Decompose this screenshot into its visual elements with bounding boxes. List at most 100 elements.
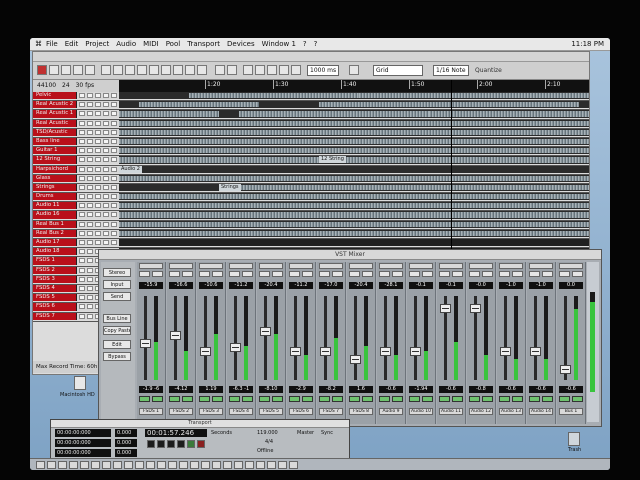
- channel-name[interactable]: FSDS 4: [229, 408, 253, 415]
- menu-item[interactable]: MIDI: [143, 40, 159, 48]
- read-button[interactable]: [169, 396, 180, 402]
- read-button[interactable]: [139, 396, 150, 402]
- solo-button[interactable]: [439, 271, 450, 277]
- write-button[interactable]: [542, 396, 553, 402]
- track-name[interactable]: TSD/Acustic: [33, 128, 77, 136]
- menu-item[interactable]: Devices: [227, 40, 255, 48]
- track-name[interactable]: Real Acustic: [33, 119, 77, 127]
- write-button[interactable]: [103, 111, 109, 117]
- channel-name[interactable]: FSDS 8: [349, 408, 373, 415]
- solo-button[interactable]: [87, 111, 93, 117]
- split-tool-icon[interactable]: [125, 65, 135, 75]
- solo-button[interactable]: [87, 129, 93, 135]
- mute-button[interactable]: [272, 271, 283, 277]
- solo-button[interactable]: [87, 221, 93, 227]
- range-tool-icon[interactable]: [113, 65, 123, 75]
- read-button[interactable]: [559, 396, 570, 402]
- edit-button[interactable]: [111, 148, 117, 154]
- track-lane[interactable]: [119, 174, 589, 182]
- write-button[interactable]: [103, 194, 109, 200]
- mute-button[interactable]: [182, 271, 193, 277]
- pan-readout[interactable]: 1.19: [199, 386, 223, 393]
- edit-button[interactable]: [111, 102, 117, 108]
- project-title-bar[interactable]: [33, 52, 589, 62]
- pre-small-value[interactable]: 0.000: [115, 449, 137, 457]
- left-locator-time[interactable]: 00:00:00:000: [55, 429, 111, 437]
- track-name[interactable]: Pelvic: [33, 92, 77, 100]
- transport-forward-button[interactable]: [157, 440, 165, 448]
- insert-button[interactable]: [319, 263, 343, 269]
- track-name[interactable]: Audio 11: [33, 202, 77, 210]
- track-name[interactable]: Real Acustic 2: [33, 101, 77, 109]
- menu-item[interactable]: Audio: [116, 40, 136, 48]
- track-row[interactable]: Real Bus 2: [33, 229, 589, 239]
- volume-fader[interactable]: [200, 346, 211, 356]
- solo-button[interactable]: [529, 271, 540, 277]
- channel-name[interactable]: Audio 13: [499, 408, 523, 415]
- taskbar-app-button[interactable]: [212, 461, 221, 469]
- read-button[interactable]: [319, 396, 330, 402]
- track-lane[interactable]: 12 String: [119, 156, 589, 164]
- pan-readout[interactable]: -0.6: [379, 386, 403, 393]
- insert-button[interactable]: [289, 263, 313, 269]
- write-button[interactable]: [103, 166, 109, 172]
- edit-button[interactable]: [111, 221, 117, 227]
- track-lane[interactable]: [119, 220, 589, 228]
- track-lane[interactable]: [119, 101, 589, 109]
- audio-event[interactable]: [119, 203, 589, 209]
- edit-button[interactable]: [111, 157, 117, 163]
- write-button[interactable]: [103, 129, 109, 135]
- taskbar-app-button[interactable]: [234, 461, 243, 469]
- rewind-button[interactable]: [243, 65, 253, 75]
- solo-button[interactable]: [139, 271, 150, 277]
- channel-name[interactable]: FSDS 6: [289, 408, 313, 415]
- insert-button[interactable]: [529, 263, 553, 269]
- audio-event[interactable]: [119, 230, 589, 236]
- taskbar-app-button[interactable]: [223, 461, 232, 469]
- taskbar-app-button[interactable]: [201, 461, 210, 469]
- read-button[interactable]: [95, 230, 101, 236]
- mute-button[interactable]: [79, 138, 85, 144]
- mute-tool-icon[interactable]: [173, 65, 183, 75]
- pan-readout[interactable]: -0.6: [499, 386, 523, 393]
- track-lane[interactable]: [119, 229, 589, 237]
- menu-item[interactable]: File: [46, 40, 58, 48]
- solo-button[interactable]: [87, 148, 93, 154]
- read-button[interactable]: [95, 138, 101, 144]
- solo-button[interactable]: [87, 203, 93, 209]
- track-row[interactable]: Bass line: [33, 137, 589, 148]
- solo-button[interactable]: [87, 240, 93, 245]
- insert-button[interactable]: [199, 263, 223, 269]
- transport-cycle-button[interactable]: [167, 440, 175, 448]
- audio-event[interactable]: [139, 102, 259, 108]
- write-button[interactable]: [362, 396, 373, 402]
- inspector-button[interactable]: [61, 65, 71, 75]
- menu-item[interactable]: ?: [303, 40, 307, 48]
- mute-button[interactable]: [79, 285, 85, 291]
- edit-button[interactable]: [111, 194, 117, 200]
- track-name[interactable]: FSDS 6: [33, 303, 77, 311]
- audio-event[interactable]: [429, 111, 589, 117]
- audio-event[interactable]: [119, 212, 589, 218]
- taskbar-app-button[interactable]: [289, 461, 298, 469]
- read-button[interactable]: [469, 396, 480, 402]
- record-mode-button[interactable]: [37, 65, 47, 75]
- track-name[interactable]: Audio 18: [33, 248, 77, 256]
- track-name[interactable]: Real Bus 2: [33, 229, 77, 237]
- write-button[interactable]: [103, 175, 109, 181]
- sync-toggle[interactable]: Sync: [321, 429, 333, 437]
- read-button[interactable]: [95, 212, 101, 218]
- zoom-tool-icon[interactable]: [161, 65, 171, 75]
- audio-part-label[interactable]: Audio 2: [119, 165, 142, 173]
- track-row[interactable]: Audio 16: [33, 211, 589, 221]
- track-row[interactable]: Real Acustic 1: [33, 110, 589, 120]
- play-tool-icon[interactable]: [197, 65, 207, 75]
- mute-button[interactable]: [452, 271, 463, 277]
- track-name[interactable]: Bass line: [33, 137, 77, 146]
- audio-event[interactable]: [119, 138, 589, 145]
- insert-button[interactable]: [559, 263, 583, 269]
- pan-readout[interactable]: -1.9 -6: [139, 386, 163, 393]
- audio-event[interactable]: [119, 120, 589, 126]
- read-button[interactable]: [95, 157, 101, 163]
- mute-button[interactable]: [482, 271, 493, 277]
